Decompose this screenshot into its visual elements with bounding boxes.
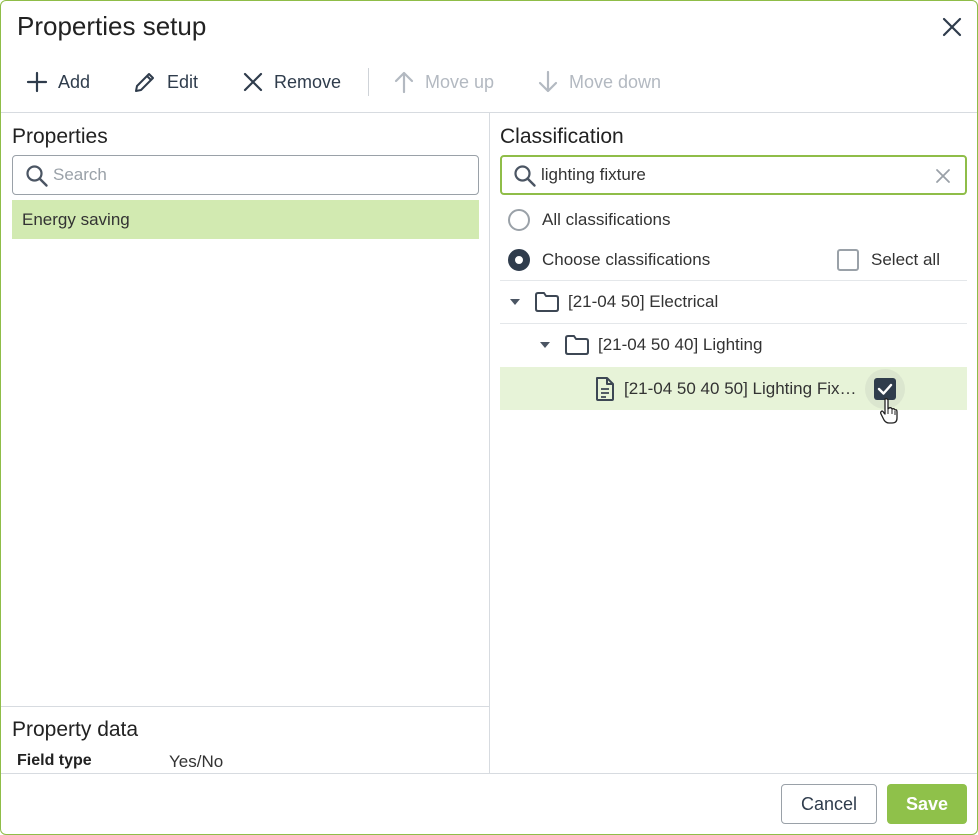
properties-setup-dialog: Properties setup Add Edit Remove Move up… (0, 0, 978, 835)
panel-divider (489, 113, 490, 773)
select-all-checkbox[interactable]: Select all (837, 247, 940, 273)
folder-icon (535, 292, 559, 312)
caret-down-icon[interactable] (540, 342, 550, 348)
property-data-divider (1, 706, 489, 707)
field-type-label: Field type (17, 752, 92, 769)
dialog-title: Properties setup (17, 11, 207, 41)
cancel-button[interactable]: Cancel (781, 784, 877, 824)
edit-label: Edit (167, 71, 199, 92)
move-down-button[interactable]: Move down (537, 63, 661, 101)
radio-all-indicator[interactable] (508, 209, 530, 231)
tree-node-label: [21-04 50] Electrical (568, 292, 719, 311)
move-up-label: Move up (425, 71, 495, 92)
radio-choose-classifications[interactable]: Choose classifications (508, 247, 710, 273)
pencil-icon (135, 73, 154, 92)
toolbar: Add Edit Remove Move up Move down (1, 63, 977, 101)
arrow-down-icon (538, 70, 558, 93)
tree-node-label: [21-04 50 40 50] Lighting Fix… (624, 378, 857, 398)
radio-all-classifications[interactable]: All classifications (508, 207, 671, 233)
classification-search (500, 155, 967, 195)
radio-all-label: All classifications (542, 210, 671, 229)
properties-search-input[interactable] (53, 156, 463, 194)
property-item-energy-saving[interactable]: Energy saving (12, 200, 479, 239)
close-button[interactable] (937, 12, 967, 42)
clear-search-icon[interactable] (934, 167, 952, 185)
select-all-box[interactable] (837, 249, 859, 271)
tree-node-label: [21-04 50 40] Lighting (598, 335, 763, 354)
hand-cursor-icon (880, 398, 898, 424)
classification-title: Classification (500, 125, 624, 148)
add-button[interactable]: Add (26, 63, 90, 101)
plus-icon (26, 71, 48, 93)
save-button[interactable]: Save (887, 784, 967, 824)
radio-choose-indicator[interactable] (508, 249, 530, 271)
search-icon (514, 165, 536, 187)
caret-down-icon[interactable] (510, 299, 520, 305)
field-type-value: Yes/No (169, 752, 224, 771)
remove-label: Remove (274, 71, 342, 92)
tree-node-lighting[interactable]: [21-04 50 40] Lighting (500, 324, 967, 366)
move-up-button[interactable]: Move up (393, 63, 494, 101)
search-icon (26, 165, 48, 187)
move-down-label: Move down (569, 71, 662, 92)
select-all-label: Select all (871, 250, 940, 269)
radio-choose-label: Choose classifications (542, 250, 711, 269)
remove-button[interactable]: Remove (242, 63, 341, 101)
add-label: Add (58, 71, 91, 92)
edit-button[interactable]: Edit (133, 63, 198, 101)
toolbar-separator (368, 68, 369, 96)
property-data-title: Property data (12, 718, 139, 741)
close-icon (942, 17, 962, 37)
arrow-up-icon (394, 71, 414, 94)
document-icon (596, 376, 614, 401)
footer-divider (1, 773, 977, 774)
properties-search (12, 155, 479, 195)
remove-x-icon (243, 72, 263, 92)
properties-title: Properties (12, 125, 108, 148)
tree-node-electrical[interactable]: [21-04 50] Electrical (500, 281, 967, 323)
folder-icon (565, 335, 589, 355)
classification-search-input[interactable] (541, 157, 921, 193)
